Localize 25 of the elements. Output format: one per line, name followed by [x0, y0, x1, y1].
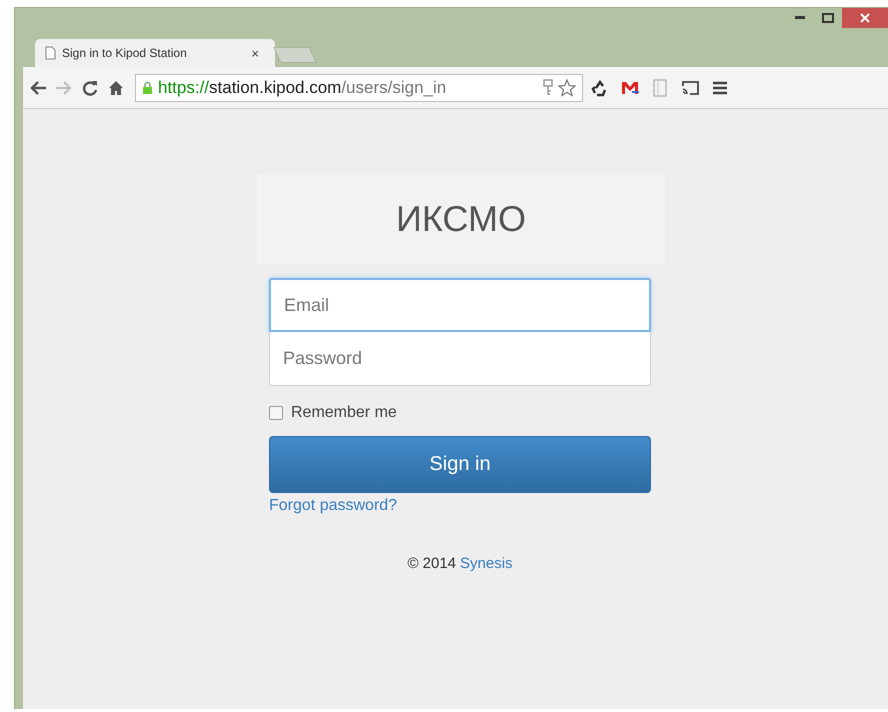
- minimize-icon[interactable]: [795, 16, 805, 20]
- copyright-text: © 2014: [407, 555, 456, 572]
- url-text: https://station.kipod.com/users/sign_in: [158, 78, 448, 98]
- star-icon[interactable]: [558, 78, 576, 96]
- company-link[interactable]: Synesis: [460, 555, 513, 572]
- forgot-password-link[interactable]: Forgot password?: [269, 497, 398, 515]
- sign-in-button[interactable]: Sign in: [269, 436, 651, 493]
- tab-close-button[interactable]: ×: [251, 46, 265, 60]
- maximize-icon[interactable]: [822, 13, 834, 23]
- input-field[interactable]: Password: [269, 332, 651, 386]
- address-bar[interactable]: https://station.kipod.com/users/sign_in: [135, 74, 583, 102]
- close-icon[interactable]: [860, 13, 870, 23]
- lock-icon: [142, 80, 153, 94]
- checkbox[interactable]: [269, 406, 283, 420]
- page-icon: [45, 46, 56, 60]
- tab-title: Sign in to Kipod Station: [62, 46, 188, 60]
- back-icon[interactable]: [29, 78, 47, 96]
- close-button[interactable]: [842, 8, 888, 28]
- home-icon[interactable]: [107, 78, 125, 96]
- reload-icon[interactable]: [81, 78, 99, 96]
- browser-tab[interactable]: Sign in to Kipod Station ×: [35, 39, 275, 67]
- input-field[interactable]: Email: [269, 278, 651, 332]
- key-icon[interactable]: [543, 78, 553, 96]
- logo-text: ИКСМО: [396, 198, 526, 240]
- checkbox-label: Remember me: [291, 404, 397, 422]
